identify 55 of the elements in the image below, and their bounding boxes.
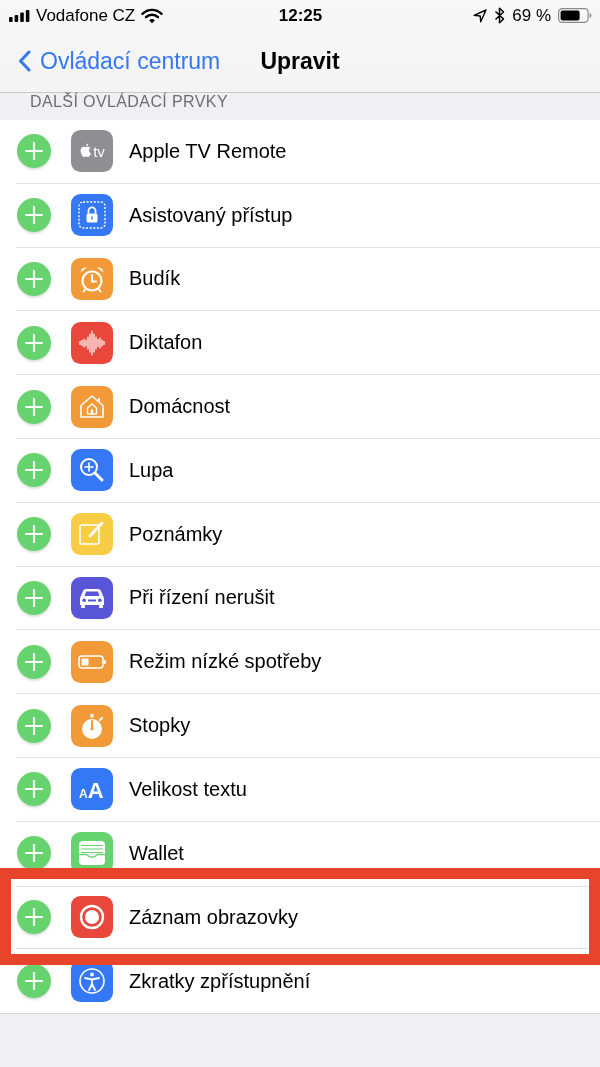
plus-icon	[25, 525, 43, 544]
control-label: Při řízení nerušit	[129, 586, 275, 610]
add-button[interactable]	[17, 262, 51, 296]
back-button[interactable]: Ovládací centrum	[18, 47, 221, 75]
add-button[interactable]	[17, 517, 51, 552]
add-button[interactable]	[17, 708, 51, 743]
control-label: Asistovaný přístup	[129, 203, 293, 227]
plus-icon	[25, 142, 43, 161]
plus-icon	[25, 780, 43, 799]
plus-icon	[25, 972, 43, 991]
tv-logo-icon: tv	[71, 130, 113, 173]
control-label: Domácnost	[129, 395, 231, 419]
plus-icon	[25, 270, 43, 288]
plus-icon	[25, 333, 43, 352]
text-size-icon: AA	[71, 768, 113, 811]
add-button[interactable]	[17, 453, 51, 488]
control-label: Budík	[129, 267, 181, 291]
control-label: Poznámky	[129, 522, 223, 546]
control-label: Wallet	[129, 841, 184, 865]
page-title: Upravit	[260, 47, 340, 75]
control-label: Zkratky zpřístupnění	[129, 969, 311, 993]
control-label: Režim nízké spotřeby	[129, 650, 322, 674]
add-button[interactable]	[17, 325, 51, 360]
control-label: Stopky	[129, 714, 191, 738]
add-button[interactable]	[17, 389, 51, 424]
add-button[interactable]	[17, 836, 51, 871]
signal-bars-icon	[9, 9, 30, 22]
add-button[interactable]	[17, 580, 51, 615]
battery-icon	[558, 8, 592, 23]
plus-icon	[25, 206, 43, 225]
carrier-name: Vodafone CZ	[36, 5, 136, 26]
section-header: DALŠÍ OVLÁDACÍ PRVKY	[29, 93, 229, 112]
plus-icon	[25, 908, 43, 927]
add-button[interactable]	[17, 772, 51, 807]
plus-icon	[25, 397, 43, 416]
control-label: Lupa	[129, 458, 174, 482]
wifi-icon	[141, 7, 164, 24]
bluetooth-icon	[494, 7, 506, 24]
add-button[interactable]	[17, 198, 51, 233]
add-button[interactable]	[17, 964, 51, 999]
plus-icon	[25, 652, 43, 671]
plus-icon	[25, 588, 43, 607]
battery-percentage: 69 %	[512, 5, 551, 26]
status-time: 12:25	[278, 5, 323, 26]
control-label: Apple TV Remote	[129, 139, 287, 163]
plus-icon	[25, 844, 43, 863]
control-label: Diktafon	[129, 331, 203, 355]
add-button[interactable]	[17, 134, 51, 169]
add-button[interactable]	[17, 644, 51, 679]
control-label: Velikost textu	[129, 777, 247, 801]
location-arrow-icon	[473, 8, 488, 23]
plus-icon	[25, 716, 43, 735]
control-label: Záznam obrazovky	[129, 905, 298, 929]
plus-icon	[25, 461, 43, 480]
chevron-left-icon	[18, 50, 31, 72]
